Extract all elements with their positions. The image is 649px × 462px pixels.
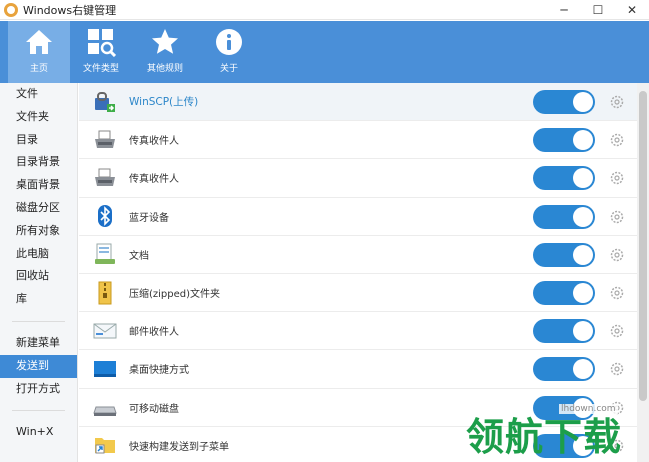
desktop-icon	[93, 357, 117, 381]
list-item-label: 桌面快捷方式	[129, 365, 189, 377]
scrollbar-thumb[interactable]	[639, 91, 647, 401]
enable-toggle[interactable]	[533, 242, 595, 267]
zip-folder-icon	[93, 281, 117, 305]
window-title: Windows右键管理	[23, 3, 117, 17]
list-item[interactable]: 传真收件人	[79, 121, 637, 160]
sidebar-item-desktop-background[interactable]: 桌面背景	[0, 174, 77, 197]
info-icon	[214, 27, 244, 57]
sidebar-item-directory-background[interactable]: 目录背景	[0, 151, 77, 174]
enable-toggle[interactable]	[533, 204, 595, 229]
sidebar-item-this-pc[interactable]: 此电脑	[0, 243, 77, 266]
close-button[interactable]: ✕	[615, 0, 649, 20]
tab-file-types[interactable]: 文件类型	[70, 21, 132, 83]
sidebar-item-new-menu[interactable]: 新建菜单	[0, 332, 77, 355]
sidebar-item-file[interactable]: 文件	[0, 83, 77, 106]
fax-icon	[93, 128, 117, 152]
sidebar-item-directory[interactable]: 目录	[0, 129, 77, 152]
list-scrollbar[interactable]	[637, 83, 649, 462]
window-controls: ─ ☐ ✕	[547, 0, 649, 20]
home-icon	[24, 27, 54, 57]
gear-icon[interactable]	[609, 247, 625, 263]
enable-toggle[interactable]	[533, 128, 595, 153]
gear-icon[interactable]	[609, 170, 625, 186]
maximize-button[interactable]: ☐	[581, 0, 615, 20]
enable-toggle[interactable]	[533, 319, 595, 344]
tab-about[interactable]: 关于	[198, 21, 260, 83]
document-icon	[93, 242, 117, 266]
sidebar-item-recycle-bin[interactable]: 回收站	[0, 265, 77, 288]
tab-file-types-label: 文件类型	[82, 64, 119, 74]
sidebar-item-send-to[interactable]: 发送到	[0, 354, 77, 378]
title-bar: Windows右键管理 ─ ☐ ✕	[0, 0, 649, 20]
tab-other-rules[interactable]: 其他规则	[134, 21, 196, 83]
list-item[interactable]: 传真收件人	[79, 159, 637, 198]
tab-about-label: 关于	[219, 64, 238, 74]
list-item[interactable]: 桌面快捷方式	[79, 350, 637, 389]
list-item[interactable]: WinSCP(上传)	[79, 83, 637, 122]
mail-icon	[93, 319, 117, 343]
sidebar: 文件 文件夹 目录 目录背景 桌面背景 磁盘分区 所有对象 此电脑 回收站 库 …	[0, 83, 78, 462]
sidebar-item-open-with[interactable]: 打开方式	[0, 378, 77, 401]
removable-disk-icon	[93, 395, 117, 419]
fax-icon	[93, 166, 117, 190]
gear-icon[interactable]	[609, 361, 625, 377]
list-item-label: WinSCP(上传)	[129, 96, 199, 109]
folder-shortcut-icon	[93, 433, 117, 457]
winscp-icon	[93, 90, 117, 114]
sidebar-item-folder[interactable]: 文件夹	[0, 106, 77, 129]
list-item-label: 可移动磁盘	[129, 403, 179, 415]
sidebar-divider	[12, 410, 65, 412]
enable-toggle[interactable]	[533, 166, 595, 191]
enable-toggle[interactable]	[533, 357, 595, 382]
enable-toggle[interactable]	[533, 90, 595, 114]
list-item-label: 蓝牙设备	[129, 212, 169, 224]
sidebar-divider	[12, 320, 65, 322]
star-icon	[150, 27, 180, 57]
list-item[interactable]: 压缩(zipped)文件夹	[79, 274, 637, 313]
sidebar-item-all-objects[interactable]: 所有对象	[0, 220, 77, 243]
list-item-label: 传真收件人	[129, 136, 179, 148]
tab-other-rules-label: 其他规则	[146, 64, 183, 74]
list-item[interactable]: 邮件收件人	[79, 312, 637, 351]
watermark-text: 领航下载	[466, 415, 623, 459]
send-to-list: WinSCP(上传) 传真收件人 传真收件人 蓝牙设备 文档 压缩(zipped…	[79, 83, 637, 462]
tab-home[interactable]: 主页	[8, 21, 70, 83]
list-item-label: 文档	[129, 250, 149, 262]
tab-home-label: 主页	[29, 64, 48, 74]
app-logo-icon	[4, 2, 18, 17]
list-item-label: 压缩(zipped)文件夹	[129, 289, 221, 301]
bluetooth-icon	[93, 204, 117, 228]
list-item-label: 传真收件人	[129, 174, 179, 186]
sidebar-item-win-x[interactable]: Win+X	[0, 421, 77, 444]
gear-icon[interactable]	[609, 94, 625, 110]
gear-icon[interactable]	[609, 285, 625, 301]
enable-toggle[interactable]	[533, 280, 595, 305]
sidebar-item-disk-partition[interactable]: 磁盘分区	[0, 197, 77, 220]
gear-icon[interactable]	[609, 209, 625, 225]
sidebar-item-library[interactable]: 库	[0, 288, 77, 311]
main-toolbar: 主页 文件类型 其他规则 关于	[0, 21, 649, 83]
file-type-icon	[86, 27, 116, 57]
gear-icon[interactable]	[609, 132, 625, 148]
list-item[interactable]: 蓝牙设备	[79, 198, 637, 236]
watermark-url: lhdown.com	[559, 404, 618, 414]
list-item-label: 快速构建发送到子菜单	[129, 441, 229, 453]
list-item[interactable]: 文档	[79, 236, 637, 274]
list-item-label: 邮件收件人	[129, 327, 179, 339]
gear-icon[interactable]	[609, 323, 625, 339]
minimize-button[interactable]: ─	[547, 0, 581, 20]
